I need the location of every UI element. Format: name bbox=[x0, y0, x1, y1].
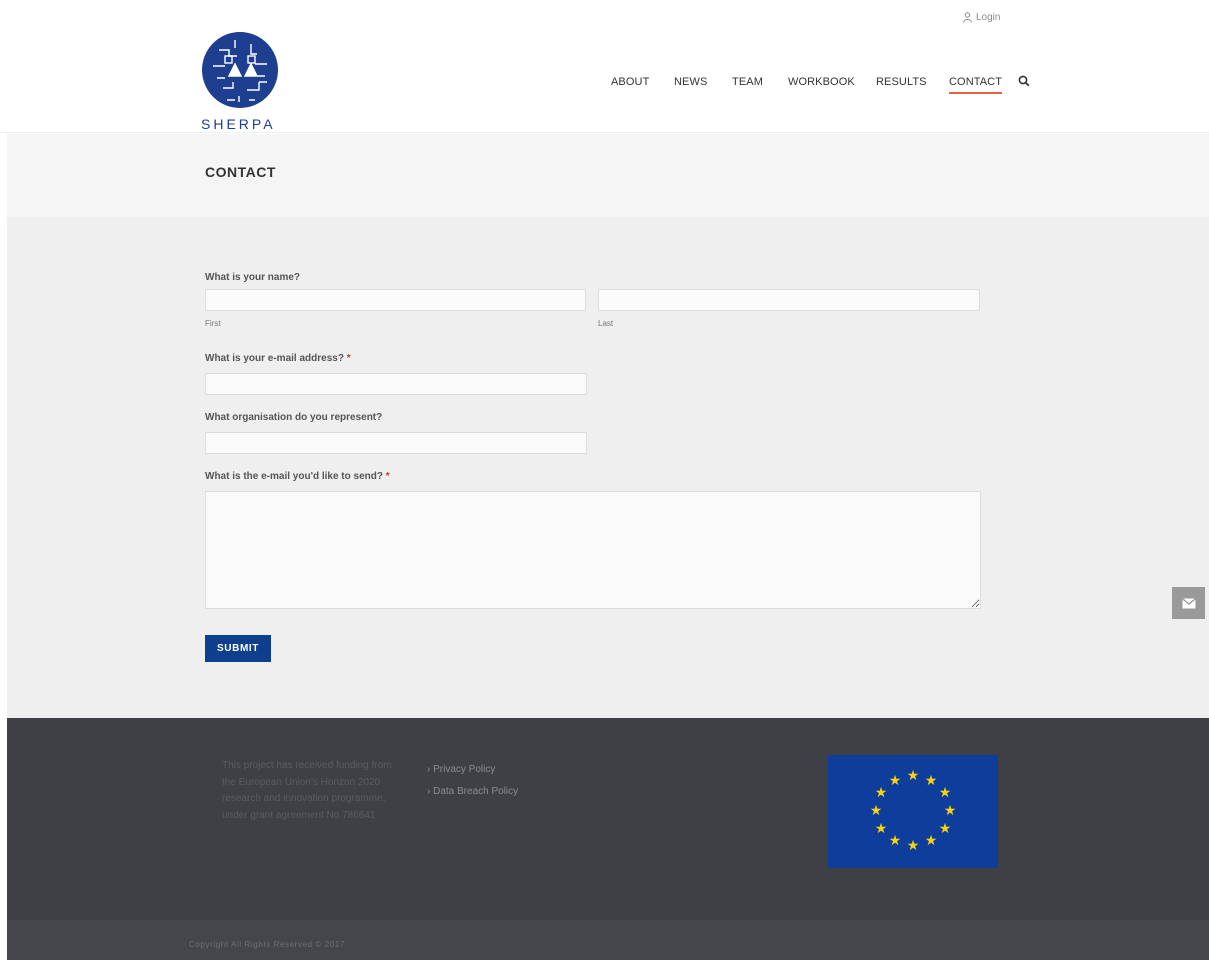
svg-text:★: ★ bbox=[925, 773, 938, 789]
sherpa-logo[interactable] bbox=[199, 26, 287, 119]
email-input[interactable] bbox=[205, 373, 587, 395]
svg-text:★: ★ bbox=[939, 785, 952, 801]
svg-text:★: ★ bbox=[925, 833, 938, 849]
nav-item-contact[interactable]: CONTACT bbox=[949, 76, 1003, 94]
eu-flag-icon: ★ ★ ★ ★ ★ ★ ★ ★ ★ ★ ★ ★ bbox=[828, 755, 998, 868]
contact-side-tab[interactable] bbox=[1172, 587, 1205, 619]
page-title: CONTACT bbox=[205, 164, 276, 180]
data-breach-policy-label: Data Breach Policy bbox=[433, 786, 519, 797]
site-footer: This project has received funding from t… bbox=[7, 718, 1209, 920]
funding-statement: This project has received funding from t… bbox=[222, 760, 392, 821]
submit-button[interactable]: SUBMIT bbox=[205, 635, 271, 662]
copyright-text: Copyright All Rights Reserved © 2017 bbox=[189, 940, 346, 949]
email-label: What is your e-mail address? * bbox=[205, 353, 351, 364]
name-label: What is your name? bbox=[205, 272, 301, 283]
svg-text:★: ★ bbox=[875, 821, 888, 837]
footer-links: › Privacy Policy › Data Breach Policy bbox=[427, 764, 518, 808]
contact-form: What is your name? First Last What is yo… bbox=[7, 217, 1209, 718]
nav-item-about[interactable]: ABOUT bbox=[611, 76, 649, 88]
message-textarea[interactable] bbox=[205, 491, 981, 609]
org-label: What organisation do you represent? bbox=[205, 412, 383, 423]
svg-text:★: ★ bbox=[907, 838, 920, 854]
organisation-input[interactable] bbox=[205, 432, 587, 454]
required-marker: * bbox=[385, 471, 390, 482]
last-sublabel: Last bbox=[598, 319, 614, 328]
privacy-policy-label: Privacy Policy bbox=[433, 764, 496, 775]
search-button[interactable] bbox=[1018, 74, 1030, 92]
svg-text:★: ★ bbox=[944, 803, 957, 819]
search-icon bbox=[1018, 75, 1030, 87]
svg-text:★: ★ bbox=[889, 833, 902, 849]
message-label: What is the e-mail you'd like to send? * bbox=[205, 471, 390, 482]
required-marker: * bbox=[346, 353, 351, 364]
nav-item-news[interactable]: NEWS bbox=[674, 76, 707, 88]
first-sublabel: First bbox=[205, 319, 221, 328]
copyright-bar: Copyright All Rights Reserved © 2017 bbox=[7, 920, 1209, 960]
svg-text:★: ★ bbox=[889, 773, 902, 789]
sherpa-logo-icon bbox=[202, 32, 278, 108]
footer-link-data-breach[interactable]: › Data Breach Policy bbox=[427, 786, 518, 797]
login-link[interactable]: Login bbox=[962, 12, 1000, 23]
message-label-text: What is the e-mail you'd like to send? bbox=[205, 471, 383, 482]
svg-text:★: ★ bbox=[870, 803, 883, 819]
last-name-input[interactable] bbox=[598, 289, 980, 311]
email-label-text: What is your e-mail address? bbox=[205, 353, 344, 364]
user-icon bbox=[963, 12, 972, 23]
login-label: Login bbox=[976, 12, 1001, 23]
nav-item-team[interactable]: TEAM bbox=[732, 76, 763, 88]
nav-item-results[interactable]: RESULTS bbox=[876, 76, 927, 88]
svg-text:★: ★ bbox=[875, 785, 888, 801]
logo-wordmark: SHERPA bbox=[201, 116, 276, 132]
svg-text:★: ★ bbox=[939, 821, 952, 837]
site-header: SHERPA Login ABOUT NEWS TEAM WORKBOOK RE… bbox=[0, 0, 1209, 133]
first-name-input[interactable] bbox=[205, 289, 586, 311]
footer-link-privacy[interactable]: › Privacy Policy bbox=[427, 764, 518, 775]
nav-item-workbook[interactable]: WORKBOOK bbox=[788, 76, 855, 88]
envelope-icon bbox=[1181, 597, 1196, 608]
page-title-band: CONTACT bbox=[7, 134, 1209, 217]
svg-text:★: ★ bbox=[907, 768, 920, 784]
